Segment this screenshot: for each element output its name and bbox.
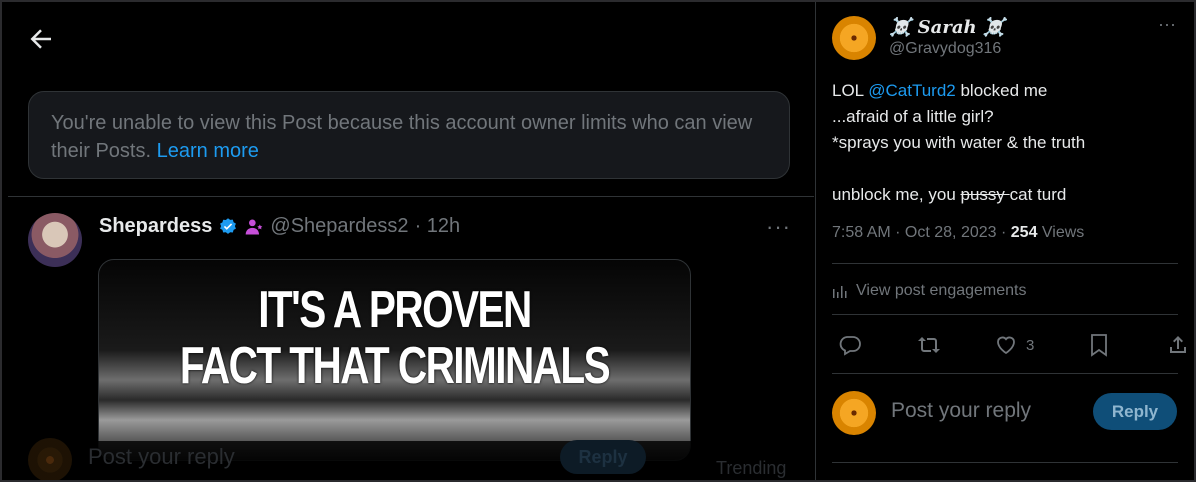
repost-icon[interactable] [916,333,942,357]
reply-input[interactable]: Post your reply [891,399,1031,423]
timestamp[interactable]: 7:58 AM · Oct 28, 2023 · [832,224,1011,241]
more-options-icon[interactable]: ··· [766,214,791,240]
mention-link[interactable]: @CatTurd2 [868,81,956,100]
author-name[interactable]: Shepardess [99,215,212,238]
affiliate-badge-icon [244,217,264,237]
text-fragment: cat turd [1009,185,1067,204]
tweet-header: Shepardess @Shepardess2 · 12h [99,215,460,238]
post-text: LOL @CatTurd2 blocked me ...afraid of a … [832,78,1182,208]
verified-badge-icon [218,217,238,237]
reply-input[interactable]: Post your reply [88,444,235,470]
text-fragment: unblock me, you [832,185,961,204]
avatar[interactable] [28,213,82,267]
trending-label: Trending [716,458,787,478]
analytics-icon [833,286,847,298]
restricted-post-notice: You're unable to view this Post because … [28,91,790,179]
text-fragment: blocked me [955,81,1048,100]
view-engagements-link[interactable]: View post engagements [832,282,1026,300]
avatar [832,391,876,435]
post-image[interactable]: IT'S A PROVEN FACT THAT CRIMINALS [98,259,691,461]
learn-more-link[interactable]: Learn more [157,140,259,162]
more-options-icon[interactable]: ··· [1158,14,1176,35]
strikethrough-text: pussy [960,185,1010,204]
action-bar: 3 [832,333,1186,361]
avatar[interactable] [832,16,876,60]
share-icon[interactable] [1166,333,1190,357]
divider [8,196,814,197]
meme-line: IT'S A PROVEN [258,281,532,339]
author-handle[interactable]: @Shepardess2 [270,215,408,238]
divider [832,373,1178,374]
heart-icon [997,336,1015,355]
post-meta: 7:58 AM · Oct 28, 2023 · 254 Views [832,224,1084,242]
post-time[interactable]: · 12h [415,215,461,238]
engagements-label: View post engagements [856,282,1027,299]
text-line: *sprays you with water & the truth [832,133,1086,152]
views-count: 254 [1010,224,1038,241]
right-panel: ☠️ Sarah ☠️ @Gravydog316 ··· LOL @CatTur… [816,0,1196,482]
author-handle[interactable]: @Gravydog316 [889,40,1001,58]
meme-line: FACT THAT CRIMINALS [179,337,611,395]
reply-icon[interactable] [838,333,862,357]
like-count: 3 [1026,336,1035,354]
divider [832,314,1178,315]
text-line: ...afraid of a little girl? [832,107,994,126]
divider [832,462,1178,463]
avatar [28,438,72,482]
like-button[interactable]: 3 [994,333,1034,357]
views-label: Views [1037,224,1085,241]
divider [832,263,1178,264]
reply-button[interactable]: Reply [1093,393,1177,430]
back-arrow-icon[interactable] [26,24,56,54]
bookmark-icon[interactable] [1088,333,1110,357]
text-fragment: LOL [832,81,869,100]
author-name[interactable]: ☠️ Sarah ☠️ [889,17,1005,38]
reply-button[interactable]: Reply [560,440,646,474]
meme-text: IT'S A PROVEN FACT THAT CRIMINALS [164,282,625,394]
left-panel: You're unable to view this Post because … [8,0,814,482]
